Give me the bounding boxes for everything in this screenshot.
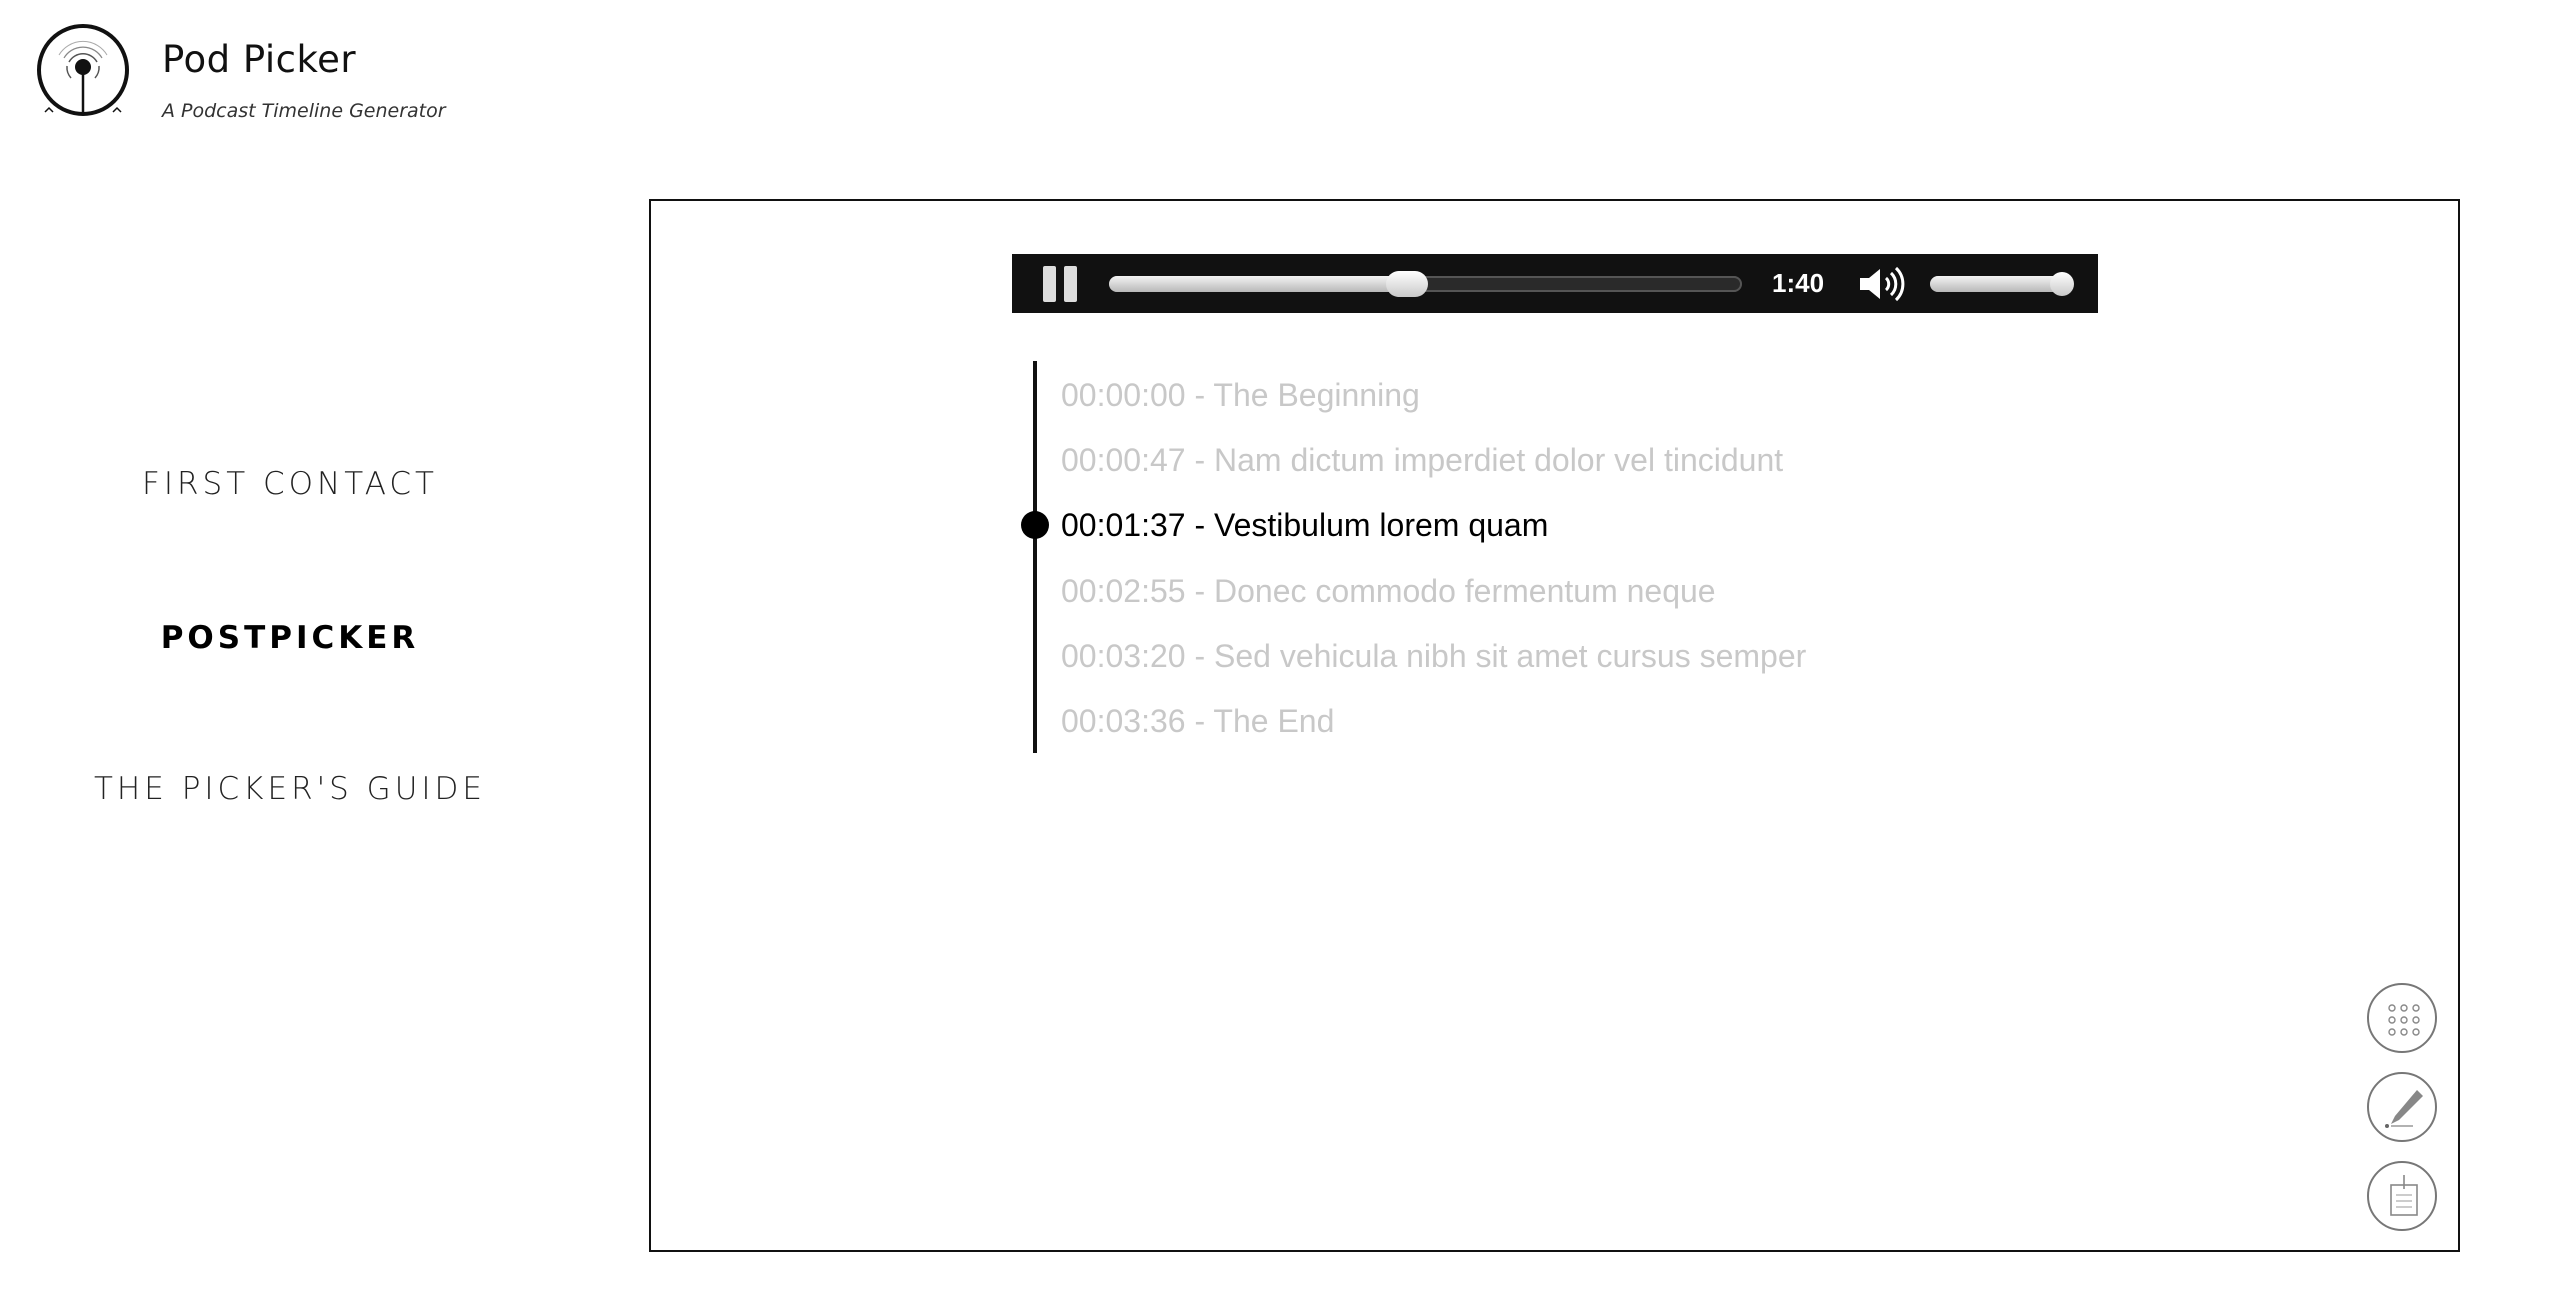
progress-bar[interactable] [1109, 271, 1742, 297]
pause-icon[interactable] [1043, 266, 1077, 302]
timeline-item[interactable]: 00:00:47 - Nam dictum imperdiet dolor ve… [1061, 440, 1783, 480]
timeline-item[interactable]: 00:00:00 - The Beginning [1061, 375, 1420, 415]
grid-dots-icon [2388, 1004, 2420, 1036]
nav-item-pickers-guide[interactable]: THE PICKER'S GUIDE [0, 771, 580, 807]
timeline-item[interactable]: 00:03:20 - Sed vehicula nibh sit amet cu… [1061, 636, 1806, 676]
progress-thumb[interactable] [1385, 271, 1428, 297]
speaker-volume-icon[interactable] [1858, 266, 1910, 302]
clipboard-icon [2390, 1175, 2418, 1216]
app-subtitle: A Podcast Timeline Generator [162, 100, 446, 122]
episode-timeline: 00:00:00 - The Beginning 00:00:47 - Nam … [1021, 361, 2133, 753]
volume-thumb[interactable] [2049, 272, 2074, 296]
timeline-item-current[interactable]: 00:01:37 - Vestibulum lorem quam [1061, 505, 1548, 545]
grid-view-button[interactable] [2367, 983, 2437, 1053]
volume-slider[interactable] [1930, 272, 2074, 296]
timeline-item[interactable]: 00:03:36 - The End [1061, 701, 1334, 741]
nav-item-postpicker[interactable]: POSTPICKER [0, 620, 580, 656]
current-position-marker [1021, 511, 1049, 539]
editor-panel: 1:40 00:00:00 - The Beginning 00:00:47 -… [649, 199, 2460, 1252]
timeline-item[interactable]: 00:02:55 - Donec commodo fermentum neque [1061, 571, 1716, 611]
audio-player: 1:40 [1012, 254, 2098, 313]
progress-fill [1109, 276, 1407, 292]
podcast-antenna-icon[interactable] [33, 22, 133, 122]
app-title: Pod Picker [162, 38, 357, 81]
nav-item-first-contact[interactable]: FIRST CONTACT [0, 466, 580, 502]
volume-fill [1930, 276, 2062, 292]
copy-button[interactable] [2367, 1161, 2437, 1231]
edit-button[interactable] [2367, 1072, 2437, 1142]
pen-edit-icon [2385, 1090, 2423, 1128]
timeline-line [1033, 361, 1037, 753]
current-time: 1:40 [1772, 268, 1825, 298]
